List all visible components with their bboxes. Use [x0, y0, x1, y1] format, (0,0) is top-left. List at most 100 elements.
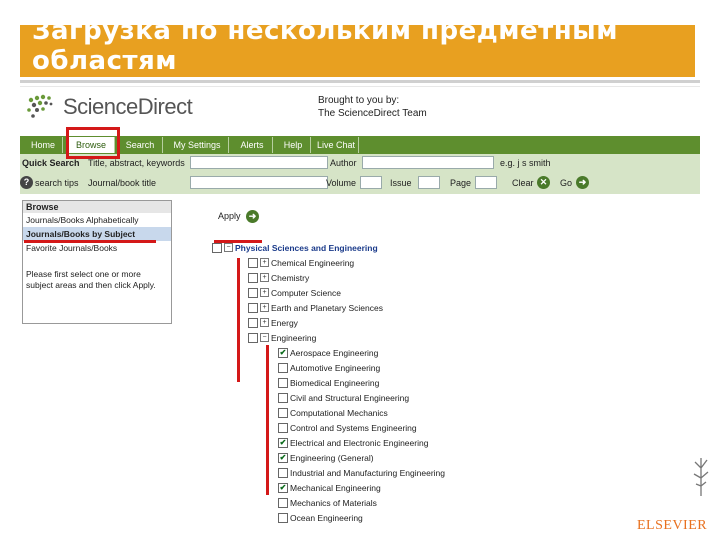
checked-checkbox[interactable]: ✔	[278, 437, 288, 448]
expand-icon[interactable]: +	[260, 273, 269, 283]
checkbox[interactable]	[278, 497, 288, 508]
tab-search[interactable]: Search	[118, 137, 163, 153]
main-navbar: Home Browse Search My Settings Alerts He…	[20, 136, 700, 154]
quick-search-label: Quick Search	[22, 158, 80, 168]
checkbox[interactable]	[278, 512, 288, 523]
tree-item[interactable]: Computational Mechanics	[278, 407, 388, 419]
tree-item-label: Physical Sciences and Engineering	[235, 243, 378, 253]
journal-title-input[interactable]	[190, 176, 328, 189]
tree-item[interactable]: ✔ Aerospace Engineering	[278, 347, 378, 359]
issue-label: Issue	[390, 178, 412, 188]
tab-alerts[interactable]: Alerts	[232, 137, 273, 153]
checkbox[interactable]	[278, 377, 288, 388]
tree-item-label: Biomedical Engineering	[290, 378, 380, 388]
search-tips-link[interactable]: search tips	[35, 178, 79, 188]
tree-item[interactable]: + Chemistry	[248, 272, 309, 284]
checkbox[interactable]	[278, 467, 288, 478]
checkbox[interactable]	[212, 242, 222, 253]
tree-item[interactable]: Automotive Engineering	[278, 362, 380, 374]
tree-item[interactable]: ✔ Mechanical Engineering	[278, 482, 381, 494]
tree-item[interactable]: − Engineering	[248, 332, 316, 344]
tree-item[interactable]: + Chemical Engineering	[248, 257, 354, 269]
field2-label: Journal/book title	[88, 178, 157, 188]
tree-item[interactable]: Civil and Structural Engineering	[278, 392, 409, 404]
apply-control[interactable]: Apply ➜	[218, 210, 260, 223]
tab-live-chat[interactable]: Live Chat	[314, 137, 359, 153]
expand-icon[interactable]: +	[260, 258, 269, 268]
tree-item-label: Electrical and Electronic Engineering	[290, 438, 429, 448]
highlight-engineering-bar	[266, 345, 269, 495]
expand-icon[interactable]: +	[260, 288, 269, 298]
help-icon[interactable]: ?	[20, 176, 33, 189]
issue-input[interactable]	[418, 176, 440, 189]
title-divider-thin	[20, 86, 700, 87]
checkbox[interactable]	[248, 332, 258, 343]
tree-item-label: Energy	[271, 318, 298, 328]
brought-line-1: Brought to you by:	[318, 95, 400, 106]
tab-my-settings[interactable]: My Settings	[166, 137, 229, 153]
checkbox[interactable]	[248, 272, 258, 283]
expand-icon[interactable]: +	[260, 303, 269, 313]
browse-panel: Browse Journals/Books Alphabetically Jou…	[22, 200, 172, 324]
volume-label: Volume	[326, 178, 357, 188]
highlight-physical-sciences-bar	[237, 258, 240, 382]
checked-checkbox[interactable]: ✔	[278, 482, 288, 493]
author-input[interactable]	[362, 156, 494, 169]
checked-checkbox[interactable]: ✔	[278, 347, 288, 358]
title-divider	[20, 80, 700, 83]
browse-by-subject-link[interactable]: Journals/Books by Subject	[23, 227, 171, 241]
dots-logo-icon	[27, 94, 53, 118]
checkbox[interactable]	[248, 317, 258, 328]
elsevier-tree-icon	[693, 458, 709, 496]
apply-arrow-icon[interactable]: ➜	[246, 210, 260, 223]
tree-item[interactable]: Control and Systems Engineering	[278, 422, 417, 434]
tree-item[interactable]: + Computer Science	[248, 287, 341, 299]
checkbox[interactable]	[248, 302, 258, 313]
tree-item[interactable]: ✔ Engineering (General)	[278, 452, 374, 464]
tree-item[interactable]: Industrial and Manufacturing Engineering	[278, 467, 445, 479]
clear-icon[interactable]: ✕	[537, 176, 550, 189]
checkbox[interactable]	[278, 422, 288, 433]
tree-item[interactable]: Mechanics of Materials	[278, 497, 377, 509]
tree-item[interactable]: + Energy	[248, 317, 298, 329]
collapse-icon[interactable]: −	[260, 333, 269, 343]
checkbox[interactable]	[278, 407, 288, 418]
volume-input[interactable]	[360, 176, 382, 189]
tree-item-label: Mechanical Engineering	[290, 483, 381, 493]
browse-instructions: Please first select one or more subject …	[26, 269, 156, 290]
go-label[interactable]: Go	[560, 178, 572, 188]
highlight-apply-underline	[214, 240, 262, 243]
tree-item[interactable]: Ocean Engineering	[278, 512, 363, 524]
checkbox[interactable]	[248, 257, 258, 268]
browse-alphabetically-link[interactable]: Journals/Books Alphabetically	[23, 213, 171, 227]
highlight-subject-underline	[24, 240, 156, 243]
author-label: Author	[330, 158, 357, 168]
tab-home[interactable]: Home	[24, 137, 63, 153]
clear-label[interactable]: Clear	[512, 178, 534, 188]
tree-item[interactable]: − Physical Sciences and Engineering	[212, 242, 378, 254]
tree-item-label: Chemical Engineering	[271, 258, 355, 268]
checkbox[interactable]	[278, 392, 288, 403]
expand-icon[interactable]: +	[260, 318, 269, 328]
tab-help[interactable]: Help	[276, 137, 311, 153]
tree-item[interactable]: Biomedical Engineering	[278, 377, 379, 389]
tree-item[interactable]: + Earth and Planetary Sciences	[248, 302, 383, 314]
author-hint: e.g. j s smith	[500, 158, 551, 168]
collapse-icon[interactable]: −	[224, 243, 233, 253]
tree-item[interactable]: ✔ Electrical and Electronic Engineering	[278, 437, 428, 449]
tree-item-label: Aerospace Engineering	[290, 348, 379, 358]
tree-item-label: Control and Systems Engineering	[290, 423, 417, 433]
field1-label: Title, abstract, keywords	[88, 158, 185, 168]
logo-text: ScienceDirect	[63, 94, 193, 119]
elsevier-logo: ELSEVIER	[637, 518, 708, 533]
go-arrow-icon[interactable]: ➜	[576, 176, 589, 189]
keywords-input[interactable]	[190, 156, 328, 169]
checkbox[interactable]	[248, 287, 258, 298]
brought-by: Brought to you by: The ScienceDirect Tea…	[318, 94, 427, 120]
sciencedirect-logo[interactable]: ScienceDirect	[25, 90, 193, 122]
page-input[interactable]	[475, 176, 497, 189]
tree-item-label: Engineering	[271, 333, 317, 343]
checkbox[interactable]	[278, 362, 288, 373]
browse-favorites-link[interactable]: Favorite Journals/Books	[23, 241, 171, 255]
checked-checkbox[interactable]: ✔	[278, 452, 288, 463]
